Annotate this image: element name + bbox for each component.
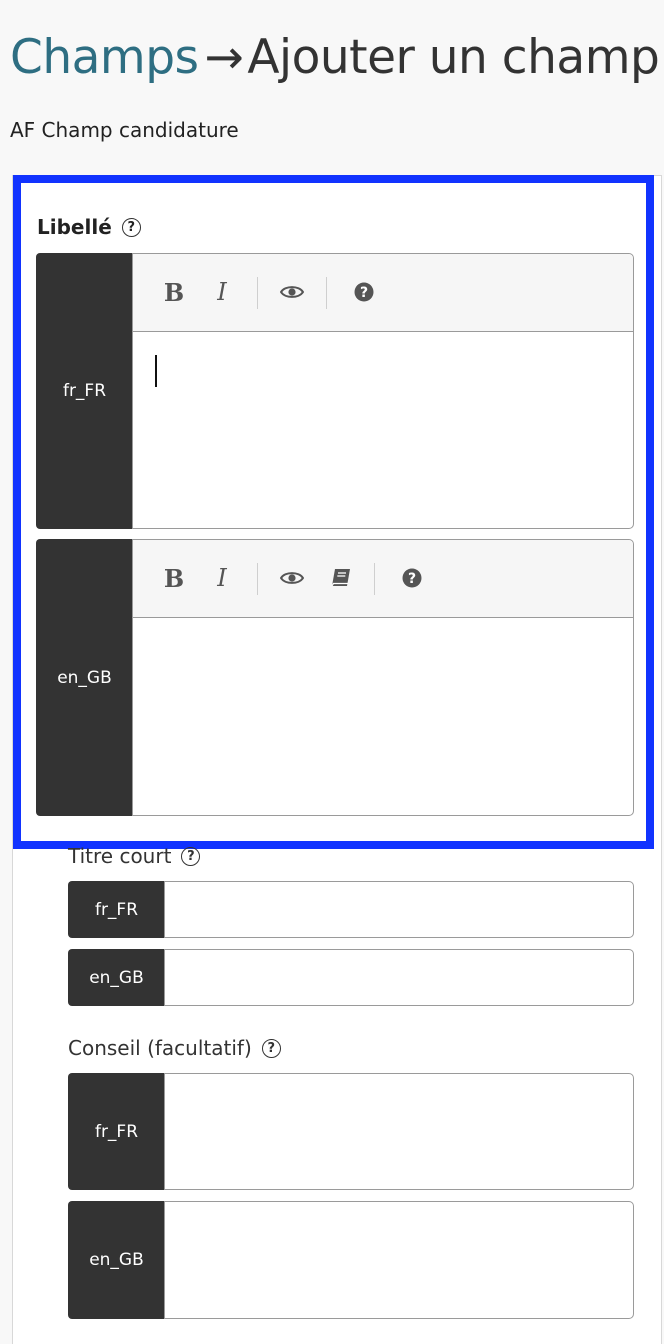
bold-button[interactable]: B	[161, 278, 187, 307]
text-caret	[155, 355, 157, 387]
titre-court-label: Titre court ?	[68, 844, 201, 868]
svg-text:?: ?	[360, 285, 368, 301]
conseil-textarea-en[interactable]	[164, 1201, 634, 1319]
glossary-book-icon[interactable]	[328, 565, 354, 591]
italic-button[interactable]: I	[209, 564, 235, 592]
lang-tag-fr: fr_FR	[68, 881, 165, 938]
libelle-label-text: Libellé	[37, 215, 112, 239]
page-heading: Champs →Ajouter un champ	[10, 34, 660, 81]
titre-court-input-fr[interactable]	[164, 881, 634, 938]
conseil-textarea-fr[interactable]	[164, 1073, 634, 1190]
svg-text:?: ?	[408, 571, 416, 587]
italic-button[interactable]: I	[209, 278, 235, 306]
breadcrumb-arrow: →	[204, 30, 244, 85]
help-icon[interactable]: ?	[261, 1038, 281, 1058]
page-subtitle: AF Champ candidature	[10, 118, 239, 142]
lang-tag-en: en_GB	[68, 1201, 165, 1319]
libelle-editor-en[interactable]: B I ?	[132, 539, 634, 816]
conseil-label-text: Conseil (facultatif)	[68, 1036, 252, 1060]
bold-button[interactable]: B	[161, 564, 187, 593]
preview-eye-icon[interactable]	[279, 279, 305, 305]
page: Champs →Ajouter un champ AF Champ candida…	[0, 0, 664, 1344]
libelle-editor-fr[interactable]: B I ?	[132, 253, 634, 529]
help-icon[interactable]: ?	[121, 217, 141, 237]
toolbar-separator	[374, 563, 375, 595]
breadcrumb-champs-link[interactable]: Champs	[10, 30, 199, 85]
toolbar-separator	[257, 563, 258, 595]
conseil-label: Conseil (facultatif) ?	[68, 1036, 281, 1060]
lang-tag-en: en_GB	[68, 949, 165, 1006]
toolbar-separator	[257, 277, 258, 309]
page-title: Ajouter un champ	[247, 30, 660, 85]
libelle-label: Libellé ?	[37, 215, 141, 239]
help-icon[interactable]: ?	[351, 279, 377, 305]
titre-court-label-text: Titre court	[68, 844, 172, 868]
help-icon[interactable]: ?	[399, 565, 425, 591]
editor-toolbar: B I ?	[133, 254, 633, 332]
preview-eye-icon[interactable]	[279, 565, 305, 591]
editor-toolbar: B I ?	[133, 540, 633, 618]
toolbar-separator	[326, 277, 327, 309]
help-icon[interactable]: ?	[181, 846, 201, 866]
lang-tag-fr: fr_FR	[36, 253, 133, 529]
titre-court-input-en[interactable]	[164, 949, 634, 1006]
lang-tag-fr: fr_FR	[68, 1073, 165, 1190]
lang-tag-en: en_GB	[36, 539, 133, 816]
